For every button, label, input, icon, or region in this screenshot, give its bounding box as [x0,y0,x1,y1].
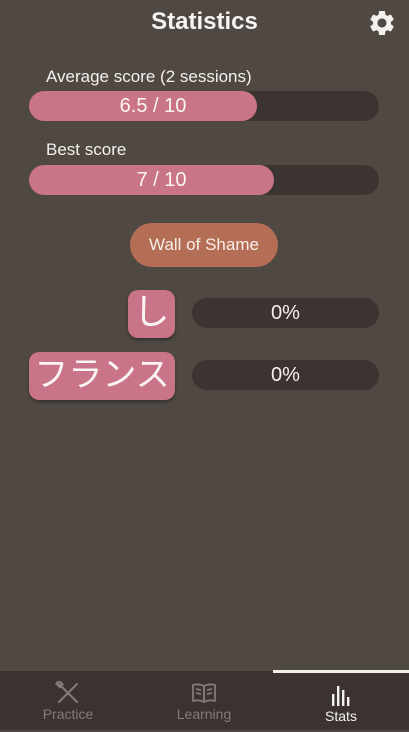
nav-stats-label: Stats [325,708,357,724]
book-icon [192,683,216,703]
shame-word-button[interactable]: し [128,290,175,338]
nav-stats[interactable]: Stats [273,670,409,732]
bottom-navigation: Practice Learning Stats [0,670,409,732]
nav-practice[interactable]: Practice [0,671,136,730]
header: Statistics [0,0,409,46]
shame-word-percent: 0% [192,298,379,328]
best-score-value: 7 / 10 [136,169,187,191]
nav-learning-label: Learning [176,706,232,722]
average-score-bar: 6.5 / 10 [29,91,379,121]
nav-practice-label: Practice [42,706,94,722]
page-title: Statistics [151,8,258,35]
best-score-label: Best score [46,140,127,159]
bar-chart-icon [332,686,350,706]
pencil-cross-icon [55,681,78,703]
best-score-bar: 7 / 10 [29,165,379,195]
shame-word-button[interactable]: フランス [29,352,175,400]
average-score-value: 6.5 / 10 [119,95,187,117]
nav-learning[interactable]: Learning [136,671,272,730]
gear-icon[interactable] [367,8,397,38]
shame-word-percent: 0% [192,360,379,390]
average-score-label: Average score (2 sessions) [46,67,252,86]
wall-of-shame-button[interactable]: Wall of Shame [130,223,278,267]
